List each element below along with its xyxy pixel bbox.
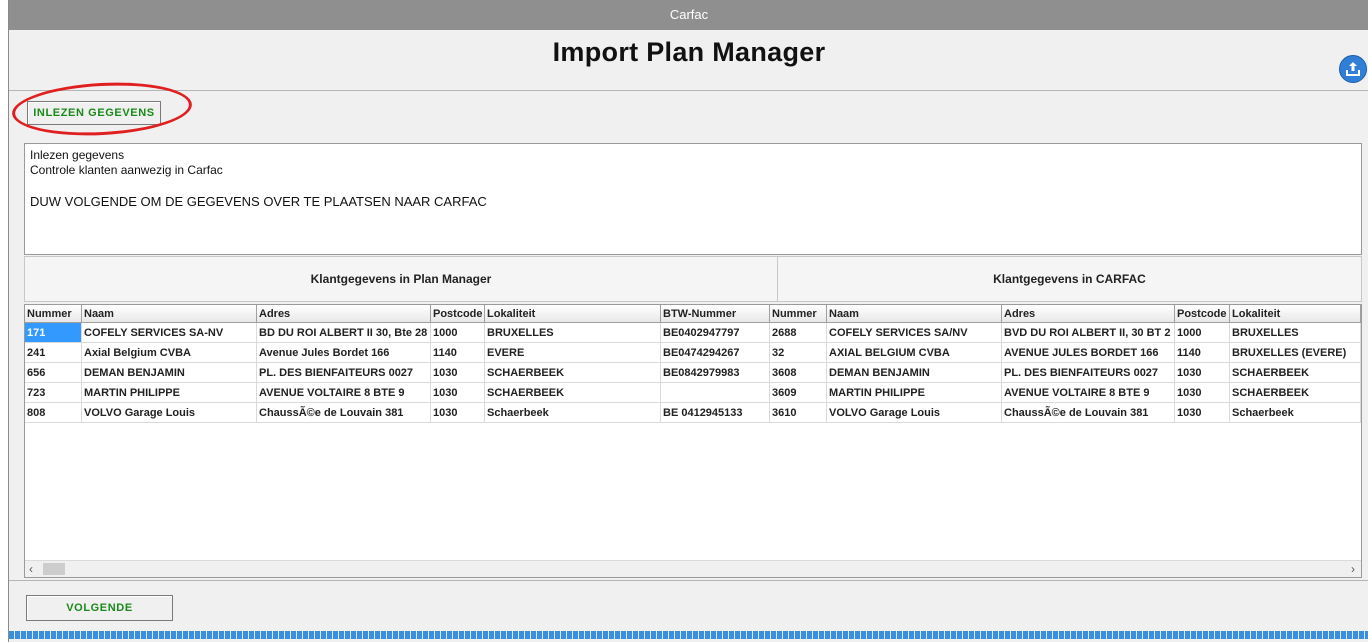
column-header[interactable]: Adres [257,305,431,323]
table-cell[interactable]: Avenue Jules Bordet 166 [257,343,431,363]
table-cell[interactable]: 1030 [1175,403,1230,423]
table-cell[interactable]: 808 [25,403,82,423]
app-window: Carfac Import Plan Manager INLEZEN GEGEV… [8,0,1368,642]
table-cell[interactable]: BE0402947797 [661,323,770,343]
column-header[interactable]: Postcode [431,305,485,323]
column-header[interactable]: Nummer [25,305,82,323]
table-cell[interactable]: 1030 [1175,363,1230,383]
table-cell[interactable]: PL. DES BIENFAITEURS 0027 [257,363,431,383]
column-header[interactable]: Naam [827,305,1002,323]
table-cell[interactable]: 1030 [431,363,485,383]
table-cell[interactable]: BE 0412945133 [661,403,770,423]
table-cell[interactable]: MARTIN PHILIPPE [82,383,257,403]
table-cell[interactable]: COFELY SERVICES SA/NV [827,323,1002,343]
scroll-thumb[interactable] [43,563,65,575]
column-header[interactable]: Naam [82,305,257,323]
column-header[interactable]: Nummer [770,305,827,323]
table-cell[interactable]: 1140 [431,343,485,363]
table-cell[interactable]: BE0842979983 [661,363,770,383]
table-cell[interactable]: 3610 [770,403,827,423]
table-cell[interactable]: 3608 [770,363,827,383]
share-upload-icon [1346,62,1360,76]
customer-grid[interactable]: ‹ › Nummer Naam Adres Postcode Lokaliteit BTW… [24,304,1362,578]
table-cell[interactable]: 1000 [1175,323,1230,343]
window-titlebar: Carfac [9,0,1368,30]
table-cell[interactable]: 32 [770,343,827,363]
table-cell[interactable]: 3609 [770,383,827,403]
next-button[interactable]: VOLGENDE [26,595,173,621]
progress-strip [9,631,1368,639]
log-line: Inlezen gegevens [30,148,125,162]
share-button[interactable] [1339,55,1367,83]
table-cell[interactable]: BRUXELLES (EVERE) [1230,343,1361,363]
table-cell[interactable]: DEMAN BENJAMIN [82,363,257,383]
table-cell[interactable]: 1030 [431,403,485,423]
table-cell[interactable]: SCHAERBEEK [485,383,661,403]
table-cell[interactable]: SCHAERBEEK [1230,383,1361,403]
table-cell[interactable]: 656 [25,363,82,383]
table-cell[interactable]: DEMAN BENJAMIN [827,363,1002,383]
table-cell[interactable]: AVENUE JULES BORDET 166 [1002,343,1175,363]
table-cell[interactable]: 1000 [431,323,485,343]
table-cell[interactable]: Axial Belgium CVBA [82,343,257,363]
group-title-carfac: Klantgegevens in CARFAC [993,272,1146,286]
log-instruction: DUW VOLGENDE OM DE GEGEVENS OVER TE PLAA… [30,194,487,209]
table-cell[interactable]: VOLVO Garage Louis [82,403,257,423]
column-header[interactable]: Adres [1002,305,1175,323]
table-cell[interactable] [661,383,770,403]
group-title-plan-manager: Klantgegevens in Plan Manager [310,272,492,286]
table-cell[interactable]: BRUXELLES [485,323,661,343]
scroll-left-icon[interactable]: ‹ [29,561,33,577]
table-cell[interactable]: EVERE [485,343,661,363]
table-cell[interactable]: ChaussÃ©e de Louvain 381 [257,403,431,423]
page-header: Import Plan Manager [9,30,1368,91]
table-cell[interactable]: AVENUE VOLTAIRE 8 BTE 9 [257,383,431,403]
table-cell[interactable]: 723 [25,383,82,403]
horizontal-scrollbar[interactable]: ‹ › [25,560,1361,577]
table-cell[interactable]: BE0474294267 [661,343,770,363]
table-cell[interactable]: BD DU ROI ALBERT II 30, Bte 28 [257,323,431,343]
table-cell[interactable]: MARTIN PHILIPPE [827,383,1002,403]
table-cell[interactable]: SCHAERBEEK [485,363,661,383]
table-cell[interactable]: 2688 [770,323,827,343]
window-title: Carfac [669,7,709,22]
table-cell[interactable]: 1030 [431,383,485,403]
table-cell[interactable]: Schaerbeek [1230,403,1361,423]
scroll-right-icon[interactable]: › [1351,561,1355,577]
page-title: Import Plan Manager [552,37,826,67]
grid-group-header: Klantgegevens in Plan Manager Klantgegev… [24,256,1362,302]
table-cell[interactable]: SCHAERBEEK [1230,363,1361,383]
table-cell[interactable]: 241 [25,343,82,363]
table-cell[interactable]: BRUXELLES [1230,323,1361,343]
table-cell[interactable]: VOLVO Garage Louis [827,403,1002,423]
column-header[interactable]: BTW-Nummer [661,305,770,323]
table-cell[interactable]: AVENUE VOLTAIRE 8 BTE 9 [1002,383,1175,403]
table-cell[interactable]: 1030 [1175,383,1230,403]
table-cell[interactable]: AXIAL BELGIUM CVBA [827,343,1002,363]
table-cell[interactable]: COFELY SERVICES SA-NV [82,323,257,343]
column-header[interactable]: Lokaliteit [485,305,661,323]
status-log: Inlezen gegevens Controle klanten aanwez… [24,143,1362,255]
table-cell[interactable]: BVD DU ROI ALBERT II, 30 BT 2 [1002,323,1175,343]
table-cell[interactable]: ChaussÃ©e de Louvain 381 [1002,403,1175,423]
table-cell[interactable]: 171 [25,323,82,343]
column-header[interactable]: Lokaliteit [1230,305,1361,323]
table-cell[interactable]: PL. DES BIENFAITEURS 0027 [1002,363,1175,383]
table-cell[interactable]: 1140 [1175,343,1230,363]
log-line: Controle klanten aanwezig in Carfac [30,163,223,177]
table-cell[interactable]: Schaerbeek [485,403,661,423]
column-header[interactable]: Postcode [1175,305,1230,323]
